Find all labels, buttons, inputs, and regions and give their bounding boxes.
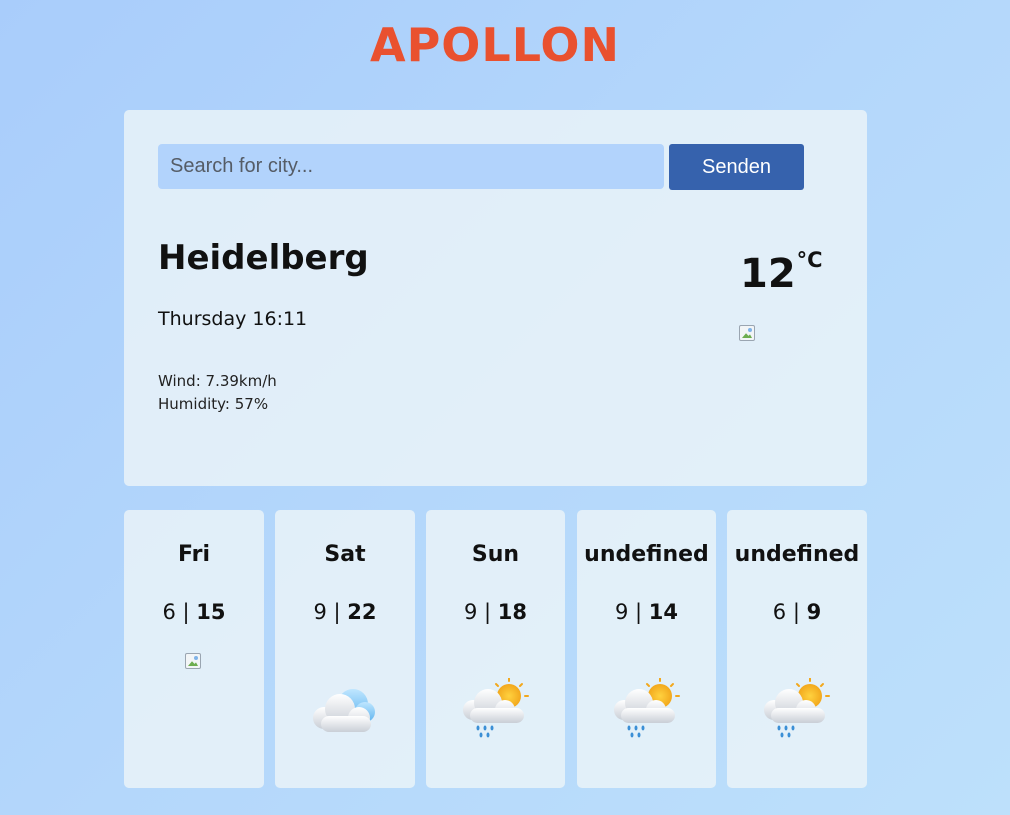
forecast-min: 9: [313, 600, 327, 624]
wind-speed: Wind: 7.39km/h: [158, 372, 277, 390]
app-title: APOLLON: [369, 18, 620, 72]
search-input[interactable]: [158, 144, 664, 189]
forecast-min: 6: [772, 600, 787, 624]
forecast-temps: 9 | 22: [275, 600, 415, 624]
forecast-temps: 6 | 15: [124, 600, 264, 624]
forecast-max: 14: [648, 600, 679, 624]
sun-cloud-rain-icon: [613, 678, 680, 738]
forecast-max: 22: [347, 600, 377, 624]
temperature-unit: °C: [796, 248, 823, 272]
current-datetime: Thursday 16:11: [158, 308, 308, 330]
forecast-day: Sun: [471, 542, 520, 567]
forecast-temps: 6 | 9: [727, 600, 867, 624]
forecast-card-fri: Fri 6 | 15: [124, 510, 264, 788]
forecast-temps: 9 | 14: [577, 600, 716, 624]
forecast-separator: |: [182, 600, 190, 624]
sun-cloud-rain-icon: [764, 678, 830, 738]
forecast-min: 6: [162, 600, 176, 624]
forecast-separator: |: [792, 600, 800, 624]
forecast-max: 9: [806, 600, 822, 624]
forecast-separator: |: [635, 600, 643, 624]
forecast-max: 18: [497, 600, 528, 624]
forecast-card-5: undefined 6 | 9: [727, 510, 867, 788]
send-button[interactable]: Senden: [669, 144, 804, 190]
forecast-day: Fri: [177, 542, 210, 567]
sun-cloud-rain-icon: [462, 678, 529, 738]
broken-image-icon: [185, 653, 201, 669]
temperature-value: 12: [740, 251, 796, 297]
forecast-separator: |: [484, 600, 492, 624]
cloud-icon: [313, 689, 375, 732]
forecast-temps: 9 | 18: [426, 600, 565, 624]
forecast-day: Sat: [324, 542, 366, 567]
broken-image-icon: [739, 325, 755, 341]
forecast-separator: |: [333, 600, 341, 624]
forecast-min: 9: [614, 600, 629, 624]
forecast-day: undefined: [734, 542, 860, 567]
current-weather-card: Senden Heidelberg Thursday 16:11 Wind: 7…: [124, 110, 867, 486]
humidity: Humidity: 57%: [158, 395, 269, 413]
forecast-max: 15: [196, 600, 226, 624]
city-name: Heidelberg: [158, 238, 369, 278]
forecast-day: undefined: [584, 542, 709, 567]
forecast-min: 9: [463, 600, 478, 624]
forecast-card-4: undefined 9 | 14: [577, 510, 716, 788]
forecast-card-sat: Sat 9 | 22: [275, 510, 415, 788]
current-temperature: 12°C: [740, 248, 823, 297]
forecast-card-sun: Sun 9 | 18: [426, 510, 565, 788]
